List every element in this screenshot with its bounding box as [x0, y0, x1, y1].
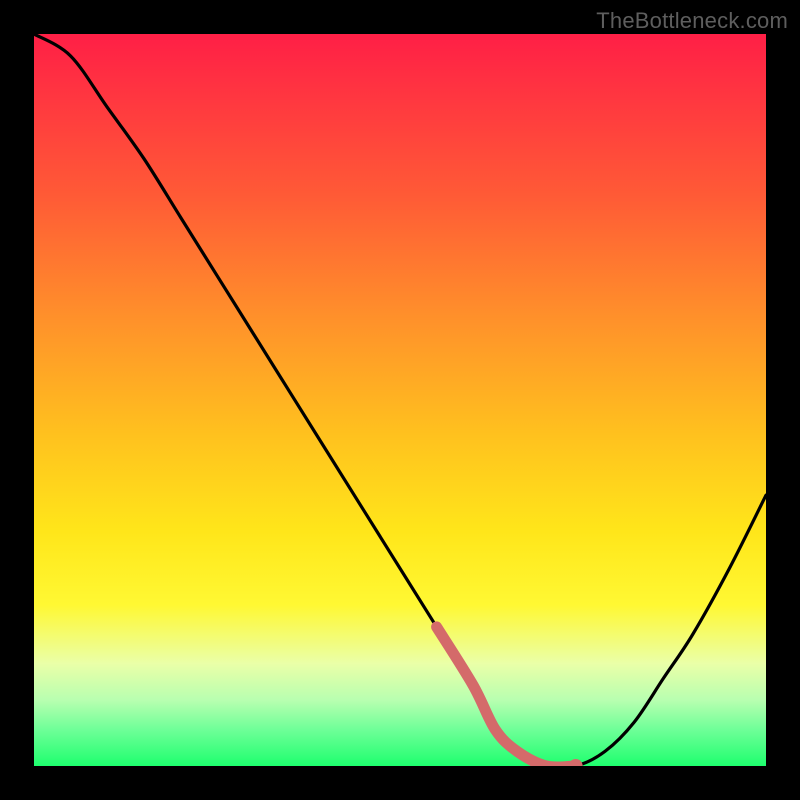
highlight-end-dot — [569, 759, 583, 766]
chart-frame: TheBottleneck.com — [0, 0, 800, 800]
plot-area — [34, 34, 766, 766]
bottleneck-curve-path — [34, 34, 766, 766]
curve-svg — [34, 34, 766, 766]
highlight-segment — [437, 627, 576, 766]
watermark-text: TheBottleneck.com — [596, 8, 788, 34]
